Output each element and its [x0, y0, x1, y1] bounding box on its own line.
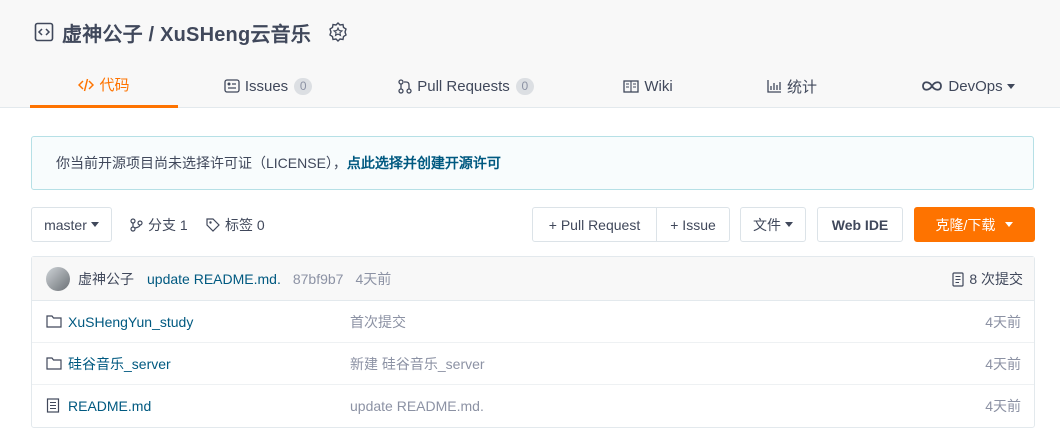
branches-link[interactable]: 分支 1 [130, 207, 188, 242]
clone-download-label: 克隆/下载 [935, 216, 996, 233]
tab-wiki[interactable]: Wiki [616, 64, 680, 108]
folder-icon [46, 357, 62, 370]
repo-tabs: 代码 Issues 0 Pull Requests 0 Wiki 统计 DevO… [30, 64, 1030, 108]
file-commit-message[interactable]: 首次提交 [350, 312, 406, 332]
tab-code-label: 代码 [99, 77, 130, 94]
file-name[interactable]: README.md [68, 398, 151, 414]
file-time: 4天前 [985, 313, 1021, 330]
pull-request-icon [398, 78, 412, 94]
avatar[interactable] [46, 266, 70, 291]
file-text-icon [46, 398, 60, 413]
file-time: 4天前 [985, 355, 1021, 372]
branch-select[interactable]: master [31, 207, 112, 242]
create-license-link[interactable]: 点此选择并创建开源许可 [347, 153, 501, 173]
tab-devops[interactable]: DevOps [916, 64, 1020, 108]
tab-stats-label: 统计 [786, 78, 817, 96]
recommend-badge-icon[interactable] [327, 21, 349, 43]
repo-header: 虚神公子 / XuSHeng云音乐 代码 Issues 0 Pull Reque… [0, 0, 1060, 108]
issues-icon [224, 79, 240, 93]
license-notice-text: 你当前开源项目尚未选择许可证（LICENSE）， [56, 155, 347, 171]
file-commit-message[interactable]: 新建 硅谷音乐_server [350, 354, 485, 374]
license-notice: 你当前开源项目尚未选择许可证（LICENSE）， 点此选择并创建开源许可 [31, 136, 1034, 190]
commit-count: 8 次提交 [969, 271, 1023, 287]
file-commit-message[interactable]: update README.md. [350, 398, 484, 414]
file-menu-label: 文件 [753, 216, 781, 233]
devops-icon [922, 81, 943, 91]
tab-pull-requests[interactable]: Pull Requests 0 [394, 64, 538, 108]
commit-author[interactable]: 虚神公子 [78, 269, 134, 289]
tags-link[interactable]: 标签 0 [206, 207, 265, 242]
chevron-down-icon [90, 222, 99, 227]
repo-toolbar: master 分支 1 标签 0 + Pull Request + Issue … [31, 207, 1035, 242]
branch-select-label: master [44, 216, 87, 233]
file-name[interactable]: XuSHengYun_study [68, 314, 193, 330]
repo-name[interactable]: 虚神公子 / XuSHeng云音乐 [62, 18, 311, 47]
tags-count: 标签 0 [225, 216, 265, 233]
folder-icon [46, 315, 62, 328]
tab-pull-requests-label: Pull Requests [417, 77, 510, 95]
file-list: 虚神公子 update README.md. 87bf9b7 4天前 8 次提交… [31, 256, 1035, 428]
tab-code[interactable]: 代码 [30, 64, 178, 108]
chevron-down-icon [1006, 83, 1015, 89]
new-issue-label: + Issue [670, 216, 716, 233]
last-commit-bar: 虚神公子 update README.md. 87bf9b7 4天前 8 次提交 [32, 257, 1034, 301]
clone-download-button[interactable]: 克隆/下载 [914, 207, 1035, 242]
new-issue-button[interactable]: + Issue [656, 207, 730, 242]
issues-count-badge: 0 [294, 77, 313, 95]
stats-icon [767, 80, 781, 93]
repo-code-icon [34, 22, 54, 42]
commit-hash[interactable]: 87bf9b7 [293, 271, 344, 287]
new-pull-request-label: + Pull Request [548, 216, 641, 233]
commit-message[interactable]: update README.md. [147, 271, 281, 287]
branch-icon [130, 217, 143, 232]
branches-count: 分支 1 [148, 216, 188, 233]
tab-wiki-label: Wiki [644, 77, 673, 95]
tab-stats[interactable]: 统计 [760, 64, 824, 108]
chevron-down-icon [785, 222, 793, 227]
file-name[interactable]: 硅谷音乐_server [68, 354, 171, 374]
table-row[interactable]: README.md update README.md. 4天前 [32, 385, 1034, 427]
new-pull-request-button[interactable]: + Pull Request [532, 207, 657, 242]
commit-time: 4天前 [355, 270, 392, 287]
table-row[interactable]: XuSHengYun_study 首次提交 4天前 [32, 301, 1034, 343]
pull-requests-count-badge: 0 [515, 77, 534, 95]
tag-icon [206, 217, 220, 232]
chevron-down-icon [1005, 222, 1014, 227]
tab-issues-label: Issues [244, 77, 289, 95]
table-row[interactable]: 硅谷音乐_server 新建 硅谷音乐_server 4天前 [32, 343, 1034, 385]
file-time: 4天前 [985, 398, 1021, 414]
commit-count-link[interactable]: 8 次提交 [952, 257, 1023, 301]
tab-devops-label: DevOps [948, 77, 1003, 95]
wiki-icon [623, 79, 639, 93]
web-ide-label: Web IDE [831, 216, 889, 233]
tab-issues[interactable]: Issues 0 [220, 64, 316, 108]
code-icon [78, 78, 95, 91]
commits-icon [952, 271, 964, 287]
repo-title-bar: 虚神公子 / XuSHeng云音乐 [34, 16, 349, 48]
file-menu-button[interactable]: 文件 [740, 207, 806, 242]
web-ide-button[interactable]: Web IDE [817, 207, 903, 242]
